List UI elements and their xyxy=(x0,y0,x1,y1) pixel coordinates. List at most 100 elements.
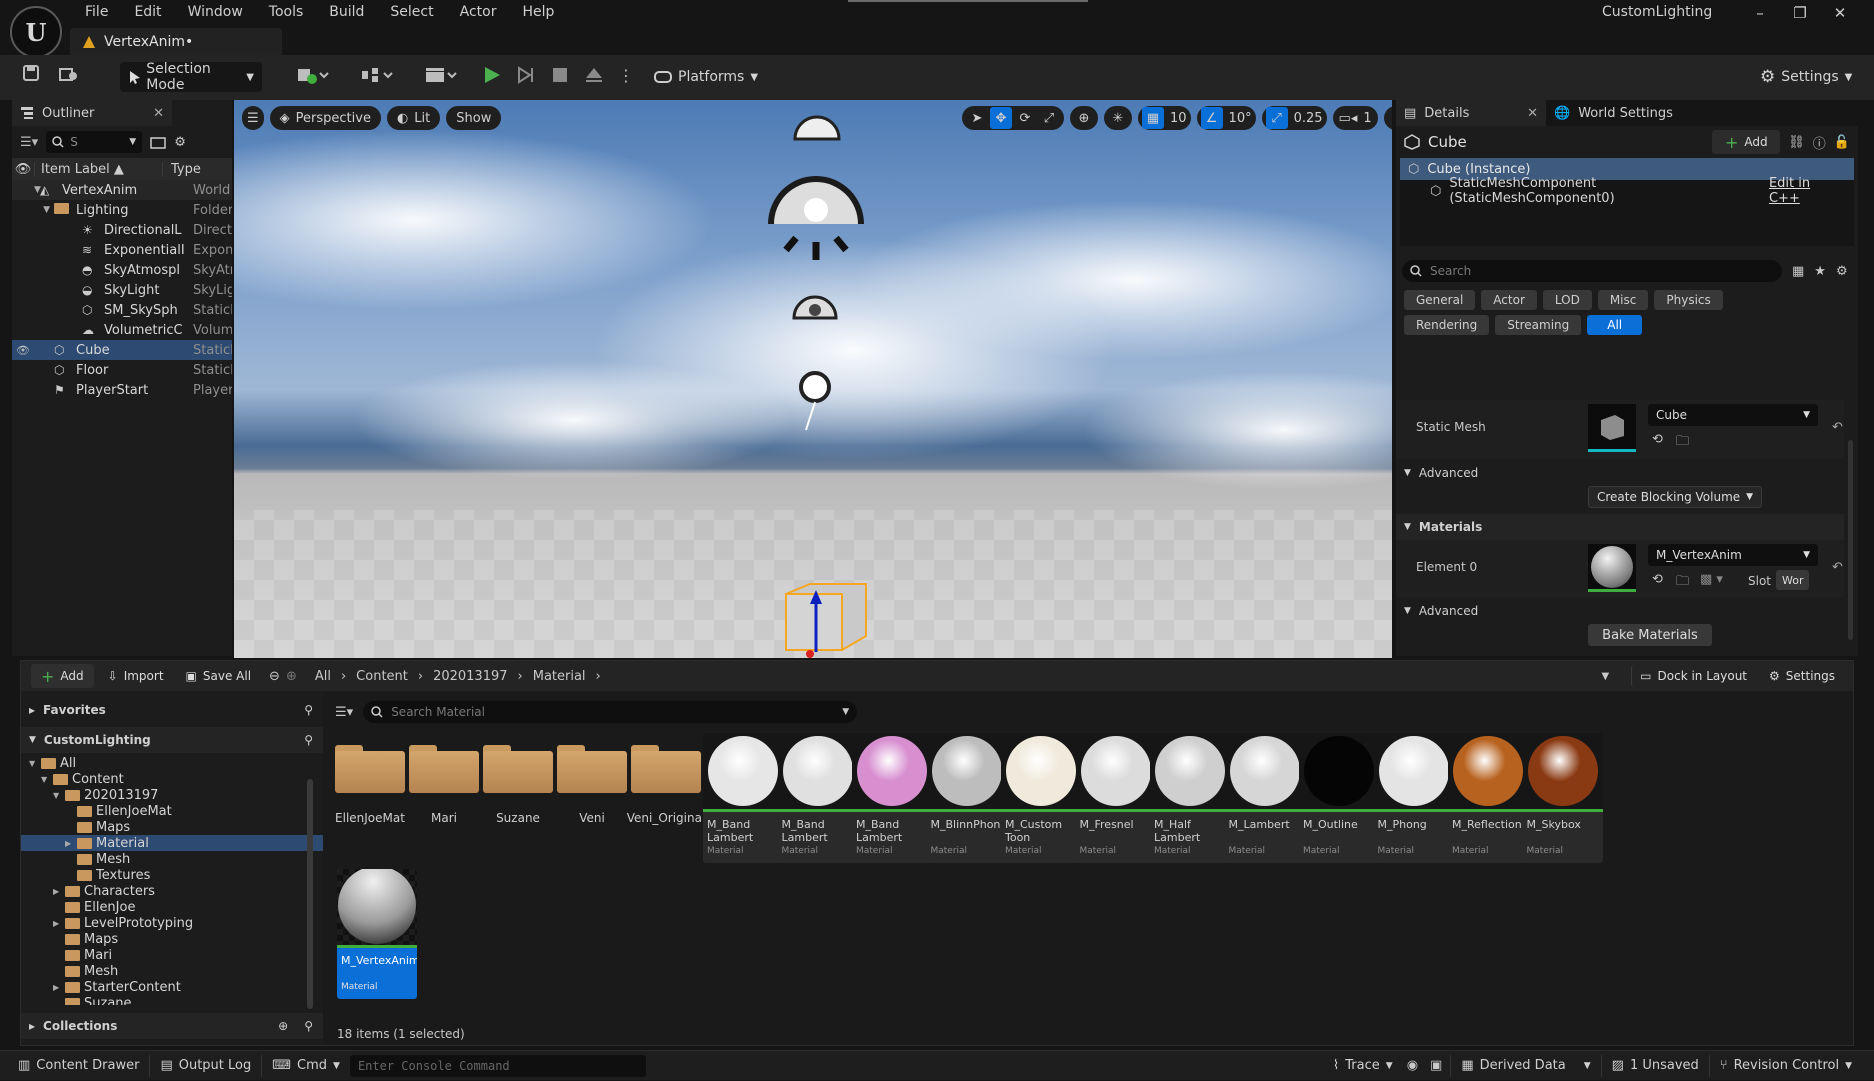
material-asset-tile[interactable]: M_Phong Material xyxy=(1373,733,1454,863)
reset-icon[interactable]: ↶ xyxy=(1832,420,1843,435)
add-actor-icon[interactable] xyxy=(296,65,330,85)
breadcrumb-material[interactable]: Material xyxy=(533,669,586,684)
rotate-tool-icon[interactable]: ⟳ xyxy=(1014,107,1036,129)
content-tree-item[interactable]: Maps xyxy=(21,819,323,835)
chevron-right-icon[interactable]: ▶ xyxy=(53,983,65,992)
lock-icon[interactable]: 🔓 xyxy=(1834,135,1850,150)
toolbar-settings-button[interactable]: ⚙ Settings ▼ xyxy=(1752,62,1860,92)
directional-light-gizmo-icon[interactable] xyxy=(764,172,868,268)
category-misc[interactable]: Misc xyxy=(1597,290,1649,310)
scale-snap-button[interactable]: ⤢ 0.25 xyxy=(1261,106,1327,130)
trace-dropdown[interactable]: ⌇ Trace ▼ xyxy=(1323,1051,1403,1081)
content-tree-item[interactable]: ▶ Characters xyxy=(21,883,323,899)
menu-actor[interactable]: Actor xyxy=(447,0,510,24)
favorites-header[interactable]: ▸ Favorites ⚲ xyxy=(21,697,323,723)
content-tree-item[interactable]: Mesh xyxy=(21,963,323,979)
static-mesh-combo[interactable]: Cube ▼ xyxy=(1648,404,1818,426)
outliner-row[interactable]: ⚑ PlayerStart PlayerSt xyxy=(12,380,232,400)
breadcrumb-all[interactable]: All xyxy=(315,669,331,684)
level-viewport[interactable]: ☰ ◈ Perspective ◐ Lit Show ➤ ✥ ⟳ ⤢ ⊕ ✳ ▦ 10… xyxy=(234,100,1392,658)
menu-tools[interactable]: Tools xyxy=(256,0,317,24)
play-options-icon[interactable]: ⋮ xyxy=(618,66,634,85)
surface-snap-toggle[interactable]: ✳ xyxy=(1104,106,1132,130)
grid-snap-button[interactable]: ▦ 10 xyxy=(1138,106,1191,130)
chevron-down-icon[interactable]: ▼ xyxy=(34,205,54,215)
menu-edit[interactable]: Edit xyxy=(121,0,174,24)
type-column[interactable]: Type xyxy=(162,161,201,177)
chevron-down-icon[interactable]: ▼ xyxy=(41,775,53,784)
search-icon[interactable]: ⚲ xyxy=(304,1019,313,1033)
outliner-row[interactable]: ◒ SkyLight SkyLigh xyxy=(12,280,232,300)
output-log-button[interactable]: ▤ Output Log xyxy=(150,1051,261,1081)
document-tab[interactable]: VertexAnim• xyxy=(70,28,282,55)
material-asset-tile[interactable]: M_Band Lambert Outline Material xyxy=(777,733,858,863)
table-view-icon[interactable]: ▦ xyxy=(1792,264,1804,279)
content-tree-item[interactable]: ▼ 202013197 xyxy=(21,787,323,803)
content-drawer-button[interactable]: ▥ Content Drawer xyxy=(8,1051,149,1081)
cb-settings-button[interactable]: ⚙ Settings xyxy=(1761,665,1843,687)
close-icon[interactable]: ✕ xyxy=(1527,106,1538,121)
material-asset-tile[interactable]: M_BlinnPhong Material xyxy=(926,733,1007,863)
static-mesh-thumbnail[interactable] xyxy=(1588,404,1636,452)
outliner-row[interactable]: ▼ Lighting Folder xyxy=(12,200,232,220)
category-general[interactable]: General xyxy=(1404,290,1476,310)
content-tree-item[interactable]: Textures xyxy=(21,867,323,883)
content-tree-item[interactable]: Mari xyxy=(21,947,323,963)
outliner-row[interactable]: ⬡ Floor StaticMe xyxy=(12,360,232,380)
play-icon[interactable] xyxy=(482,65,502,85)
cinematics-icon[interactable] xyxy=(424,65,458,85)
folder-icon[interactable]: 🗀 xyxy=(1676,572,1689,594)
reset-icon[interactable]: ↶ xyxy=(1832,560,1843,575)
search-icon[interactable]: ⚲ xyxy=(304,733,313,747)
details-search-input[interactable]: Search xyxy=(1402,260,1782,282)
menu-file[interactable]: File xyxy=(72,0,121,24)
tree-scrollbar[interactable] xyxy=(307,779,313,1009)
world-local-toggle[interactable]: ⊕ xyxy=(1070,106,1098,130)
advance-frame-icon[interactable] xyxy=(516,65,536,85)
bake-materials-button[interactable]: Bake Materials xyxy=(1588,624,1712,646)
import-button[interactable]: ⇩ Import xyxy=(100,665,172,687)
slot-value[interactable]: Wor xyxy=(1776,570,1810,590)
menu-build[interactable]: Build xyxy=(316,0,377,24)
asset-search-input[interactable]: Search Material ▼ xyxy=(363,701,858,723)
folder-tile[interactable] xyxy=(335,743,405,793)
sky-atmosphere-gizmo-icon[interactable] xyxy=(790,114,844,144)
visibility-icon[interactable]: 👁 xyxy=(12,344,34,357)
material-asset-tile[interactable]: M_Custom Toon Material xyxy=(1001,733,1081,863)
component-row[interactable]: ⬡ StaticMeshComponent (StaticMeshCompone… xyxy=(1400,176,1854,206)
content-tree-item[interactable]: Mesh xyxy=(21,851,323,867)
forward-icon[interactable]: ⊕ xyxy=(286,669,297,684)
folder-icon[interactable]: 🗀 xyxy=(1676,432,1689,454)
chevron-right-icon[interactable]: ▶ xyxy=(53,919,65,928)
content-tree-item[interactable]: ▶ Material xyxy=(21,835,323,851)
minimize-button[interactable]: – xyxy=(1740,0,1780,26)
folder-tile[interactable] xyxy=(409,743,479,793)
category-physics[interactable]: Physics xyxy=(1654,290,1723,310)
category-streaming[interactable]: Streaming xyxy=(1495,315,1582,335)
create-blocking-volume-button[interactable]: Create Blocking Volume ▼ xyxy=(1588,486,1763,508)
show-button[interactable]: Show xyxy=(446,106,502,130)
outliner-row[interactable]: ☀ DirectionalL Directio xyxy=(12,220,232,240)
cube-actor[interactable] xyxy=(770,578,880,658)
item-label-column[interactable]: Item Label ▲ xyxy=(34,161,162,177)
cmd-dropdown[interactable]: ⌨ Cmd ▼ xyxy=(262,1051,350,1081)
outliner-row[interactable]: ⬡ SM_SkySph StaticMe xyxy=(12,300,232,320)
back-icon[interactable]: ⊖ xyxy=(269,669,280,684)
save-all-button[interactable]: ▣ Save All xyxy=(178,665,260,687)
viewport-layout-button[interactable]: ⊞ xyxy=(1383,106,1392,130)
screenshot-icon[interactable]: ▣ xyxy=(1422,1058,1450,1073)
material-asset-tile[interactable]: M_Reflection Material xyxy=(1448,733,1528,863)
edit-in-cpp-link[interactable]: Edit in C++ xyxy=(1769,176,1844,206)
chevron-down-icon[interactable]: ▼ xyxy=(29,759,41,768)
element0-combo[interactable]: M_VertexAnim ▼ xyxy=(1648,544,1818,566)
blueprint-icon[interactable] xyxy=(360,65,394,85)
actor-name[interactable]: Cube xyxy=(1428,133,1467,151)
category-lod[interactable]: LOD xyxy=(1542,290,1592,310)
selection-mode-dropdown[interactable]: Selection Mode ▼ xyxy=(120,61,262,93)
star-icon[interactable]: ★ xyxy=(1814,264,1826,279)
blueprint-icon[interactable]: ⛓ xyxy=(1788,135,1805,150)
advanced2-section-header[interactable]: ▼ Advanced xyxy=(1396,598,1844,624)
stop-icon[interactable] xyxy=(550,65,570,85)
details-tab[interactable]: ▤ Details ✕ xyxy=(1396,100,1546,126)
lit-button[interactable]: ◐ Lit xyxy=(386,106,441,130)
